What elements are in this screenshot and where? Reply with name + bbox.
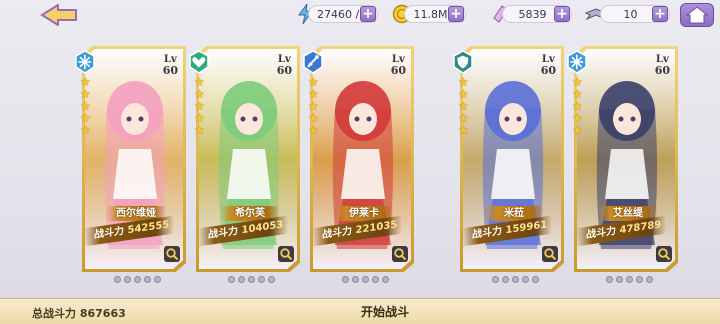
hero-card[interactable]: Lv 60 ★ ★ ★ ★ ★ 伊莱卡 战斗力 221035 <box>303 46 414 272</box>
slot-dot <box>134 276 141 283</box>
home-button[interactable] <box>680 3 714 27</box>
slot-dot <box>352 276 359 283</box>
level-badge: Lv 60 <box>541 54 556 76</box>
star-icon: ★ <box>194 123 205 137</box>
slot-dot <box>616 276 623 283</box>
snowflake-icon <box>567 50 587 74</box>
slot-dot <box>154 276 161 283</box>
star-rating: ★ ★ ★ ★ ★ <box>458 76 470 136</box>
power-label: 战斗力 <box>586 225 616 241</box>
zoom-button[interactable] <box>278 246 294 262</box>
level-badge: Lv 60 <box>391 54 406 76</box>
equipment-slots <box>114 276 161 283</box>
total-power: 总战斗力 867663 <box>32 307 126 320</box>
star-icon: ★ <box>572 123 583 137</box>
gold-counter: 11.8M + <box>404 5 466 23</box>
ticket-counter: 10 + <box>600 5 670 23</box>
power-value: 478789 <box>619 219 662 237</box>
power-label: 战斗力 <box>208 225 238 241</box>
slot-dot <box>636 276 643 283</box>
slot-dot <box>532 276 539 283</box>
hero-card[interactable]: Lv 60 ★ ★ ★ ★ ★ 希尔芙 战斗力 104053 <box>189 46 300 272</box>
gold-value: 11.8M <box>413 7 448 21</box>
sword-icon <box>303 50 323 74</box>
power-value: 104053 <box>241 219 284 237</box>
add-gold-button[interactable]: + <box>448 6 464 22</box>
crystal-counter: 5839 + <box>502 5 572 23</box>
add-crystal-button[interactable]: + <box>554 6 570 22</box>
hero-card[interactable]: Lv 60 ★ ★ ★ ★ ★ 西尔维娅 战斗力 542555 <box>75 46 186 272</box>
level-value: 60 <box>390 64 406 77</box>
slot-dot <box>258 276 265 283</box>
heart-icon <box>189 50 209 74</box>
add-stamina-button[interactable]: + <box>360 6 376 22</box>
magnifier-icon <box>544 248 557 261</box>
back-arrow-icon[interactable] <box>40 4 78 26</box>
slot-dot <box>606 276 613 283</box>
equipment-slots <box>492 276 539 283</box>
stamina-value: 27460 / 15 <box>317 7 360 21</box>
home-icon <box>685 6 709 24</box>
power-value: 221035 <box>355 219 398 237</box>
star-icon: ★ <box>80 123 91 137</box>
power-value: 542555 <box>127 219 170 237</box>
slot-dot <box>522 276 529 283</box>
level-value: 60 <box>276 64 292 77</box>
slot-dot <box>626 276 633 283</box>
slot-dot <box>228 276 235 283</box>
level-badge: Lv 60 <box>655 54 670 76</box>
star-rating: ★ ★ ★ ★ ★ <box>194 76 206 136</box>
power-label: 战斗力 <box>472 225 502 241</box>
magnifier-icon <box>658 248 671 261</box>
power-label: 战斗力 <box>94 225 124 241</box>
level-badge: Lv 60 <box>163 54 178 76</box>
slot-dot <box>144 276 151 283</box>
slot-dot <box>646 276 653 283</box>
top-bar: 27460 / 15 + 11.8M + 5839 + 10 + <box>0 0 720 30</box>
slot-dot <box>238 276 245 283</box>
magnifier-icon <box>166 248 179 261</box>
slot-dot <box>512 276 519 283</box>
star-rating: ★ ★ ★ ★ ★ <box>80 76 92 136</box>
stamina-counter: 27460 / 15 + <box>308 5 378 23</box>
zoom-button[interactable] <box>656 246 672 262</box>
star-rating: ★ ★ ★ ★ ★ <box>572 76 584 136</box>
hero-card[interactable]: Lv 60 ★ ★ ★ ★ ★ 米菈 战斗力 159961 <box>453 46 564 272</box>
ticket-value: 10 <box>623 7 638 21</box>
slot-dot <box>362 276 369 283</box>
equipment-slots <box>342 276 389 283</box>
slot-dot <box>114 276 121 283</box>
hero-card[interactable]: Lv 60 ★ ★ ★ ★ ★ 艾丝缇 战斗力 478789 <box>567 46 678 272</box>
equipment-slots <box>606 276 653 283</box>
slot-dot <box>248 276 255 283</box>
zoom-button[interactable] <box>164 246 180 262</box>
level-value: 60 <box>540 64 556 77</box>
zoom-button[interactable] <box>392 246 408 262</box>
power-label: 战斗力 <box>322 225 352 241</box>
start-battle-button[interactable]: 开始战斗 <box>340 303 430 321</box>
snowflake-icon <box>75 50 95 74</box>
add-ticket-button[interactable]: + <box>652 6 668 22</box>
slot-dot <box>502 276 509 283</box>
crystal-value: 5839 <box>518 7 547 21</box>
star-icon: ★ <box>308 123 319 137</box>
magnifier-icon <box>394 248 407 261</box>
slot-dot <box>342 276 349 283</box>
slot-dot <box>124 276 131 283</box>
level-badge: Lv 60 <box>277 54 292 76</box>
equipment-slots <box>228 276 275 283</box>
zoom-button[interactable] <box>542 246 558 262</box>
star-rating: ★ ★ ★ ★ ★ <box>308 76 320 136</box>
bottom-bar: 总战斗力 867663 开始战斗 <box>0 298 720 324</box>
slot-dot <box>268 276 275 283</box>
star-icon: ★ <box>458 123 469 137</box>
slot-dot <box>492 276 499 283</box>
power-value: 159961 <box>505 219 548 237</box>
level-value: 60 <box>654 64 670 77</box>
level-value: 60 <box>162 64 178 77</box>
slot-dot <box>372 276 379 283</box>
shield-icon <box>453 50 473 74</box>
slot-dot <box>382 276 389 283</box>
magnifier-icon <box>280 248 293 261</box>
